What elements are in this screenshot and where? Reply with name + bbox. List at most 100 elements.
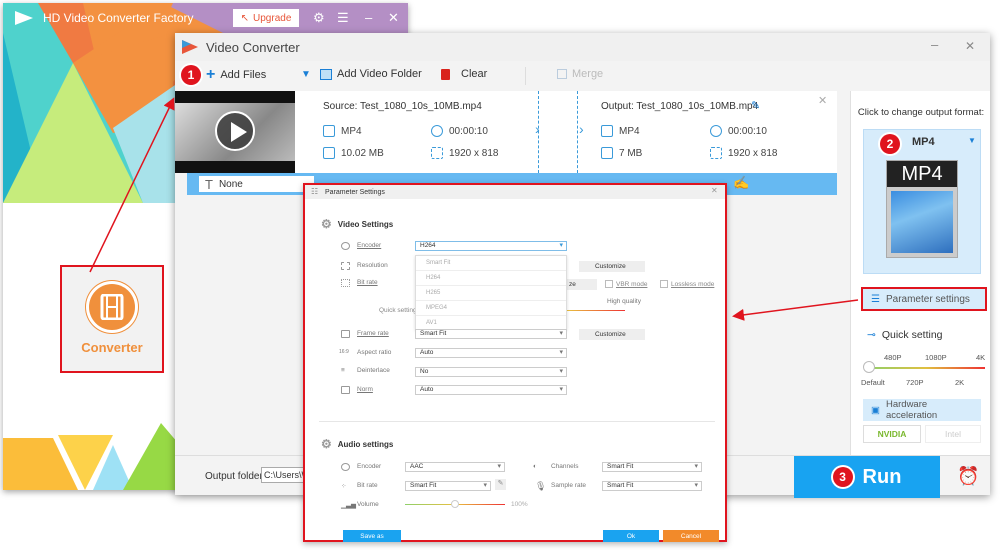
quick-setting-handle[interactable] (863, 361, 875, 373)
frame-rate-customize-button[interactable]: Customize (579, 329, 645, 340)
merge-icon (557, 69, 567, 79)
encoder-icon (341, 242, 350, 250)
bitrate-quality-slider[interactable] (567, 310, 625, 311)
video-thumbnail[interactable] (175, 91, 295, 173)
clear-button[interactable]: Clear (441, 68, 487, 80)
converter-label: Converter (81, 339, 143, 355)
source-resolution: 1920 x 818 (431, 147, 499, 159)
output-folder-input[interactable]: C:\Users\W (261, 467, 310, 483)
audio-bitrate-select[interactable]: Smart Fit (405, 481, 491, 491)
step-badge-2: 2 (880, 134, 900, 154)
file-icon (323, 147, 335, 159)
play-icon[interactable] (215, 111, 255, 151)
dialog-title: Parameter Settings (325, 188, 385, 196)
cancel-button[interactable]: Cancel (663, 530, 719, 542)
tick-label: 720P (906, 378, 924, 387)
encoder-option[interactable]: Smart Fit (416, 256, 566, 271)
resolution-icon (341, 262, 350, 270)
bg-title-bar: HD Video Converter Factory ↖ Upgrade ⚙ ☰ … (3, 3, 408, 33)
frame-rate-select[interactable]: Smart Fit (415, 329, 567, 339)
minimize-icon[interactable]: – (365, 10, 372, 25)
merge-button[interactable]: Merge (557, 68, 603, 80)
source-duration: 00:00:10 (431, 125, 488, 137)
parameter-settings-button[interactable]: ☰ Parameter settings (861, 287, 987, 311)
chevron-down-icon: ▼ (968, 136, 976, 145)
lossless-mode-checkbox[interactable]: Lossless mode (660, 280, 714, 288)
aspect-ratio-icon: 16:9 (339, 349, 349, 355)
output-filename: Output: Test_1080_10s_10MB.mp4 (601, 101, 759, 112)
add-video-folder-label: Add Video Folder (337, 68, 422, 80)
minimize-icon[interactable]: – (931, 37, 938, 52)
resolution-label: Resolution (357, 262, 388, 269)
plus-icon: + (206, 66, 216, 83)
run-button[interactable]: 3 Run (794, 456, 940, 498)
file-icon (601, 147, 613, 159)
settings-icon: ☷ (311, 187, 319, 196)
folder-icon (320, 68, 332, 80)
app-logo-icon (182, 40, 198, 54)
file-item[interactable]: Source: Test_1080_10s_10MB.mp4 MP4 00:00… (175, 91, 837, 173)
upgrade-button[interactable]: ↖ Upgrade (233, 9, 299, 27)
quick-setting-title: ⊸ Quick setting (867, 329, 943, 341)
menu-list-icon[interactable]: ☰ (337, 10, 349, 26)
audio-bitrate-label: Bit rate (357, 482, 378, 489)
output-format-selector[interactable]: 2 MP4 ▼ MP4 (863, 129, 981, 274)
audio-encoder-select[interactable]: AAC (405, 462, 505, 472)
add-video-folder-button[interactable]: Add Video Folder (320, 68, 422, 80)
norm-select[interactable]: Auto (415, 385, 567, 395)
bg-app-title: HD Video Converter Factory (43, 11, 194, 25)
chevron-right-icon: › (535, 121, 540, 137)
close-icon[interactable]: ✕ (711, 186, 718, 195)
intel-button[interactable]: Intel (925, 425, 981, 443)
title-bar: Video Converter – ✕ (175, 33, 990, 61)
aspect-ratio-select[interactable]: Auto (415, 348, 567, 358)
add-files-label: Add Files (220, 69, 267, 81)
volume-handle[interactable] (451, 500, 459, 508)
audio-bitrate-edit-icon[interactable]: ✎ (495, 479, 506, 490)
aspect-ratio-label: Aspect ratio (357, 349, 392, 356)
alarm-clock-icon[interactable]: ⏰ (957, 466, 979, 487)
bitrate-icon (341, 279, 350, 287)
channels-select[interactable]: Smart Fit (602, 462, 702, 472)
settings-gear-icon[interactable]: ⚙ (313, 10, 325, 26)
resolution-customize-button[interactable]: Customize (579, 261, 645, 272)
sample-rate-label: Sample rate (551, 482, 587, 489)
output-duration: 00:00:10 (710, 125, 767, 137)
frame-rate-label: Frame rate (357, 330, 389, 337)
chip-icon: ▣ (871, 404, 880, 416)
encoder-select[interactable]: H264 (415, 241, 567, 251)
merge-label: Merge (572, 68, 604, 80)
volume-value: 100% (511, 501, 528, 508)
channels-label: Channels (551, 463, 579, 470)
watermark-edit-icon[interactable]: ✍ (733, 175, 749, 191)
bitrate-customize-button[interactable]: ze (567, 279, 597, 290)
close-icon[interactable]: ✕ (965, 39, 975, 53)
remove-file-icon[interactable]: ✕ (818, 94, 827, 107)
save-as-button[interactable]: Save as (343, 530, 401, 542)
vbr-mode-checkbox[interactable]: VBR mode (605, 280, 647, 288)
tick-label: 480P (884, 353, 902, 362)
subtitle-select[interactable]: T None (199, 176, 314, 192)
encoder-option[interactable]: H265 (416, 286, 566, 301)
volume-icon: ▁▃▅ (341, 502, 356, 509)
encoder-option[interactable]: H264 (416, 271, 566, 286)
converter-tile[interactable]: Converter (60, 265, 164, 373)
audio-encoder-icon (341, 463, 350, 471)
tick-label: 4K (976, 353, 986, 362)
hardware-acceleration-button[interactable]: ▣ Hardware acceleration (863, 399, 981, 421)
clock-icon (431, 125, 443, 137)
resolution-icon (710, 147, 722, 159)
ok-button[interactable]: Ok (603, 530, 659, 542)
add-files-dropdown-icon[interactable]: ▼ (301, 69, 311, 80)
nvidia-button[interactable]: NVIDIA (863, 425, 921, 443)
deinterlace-select[interactable]: No (415, 367, 567, 377)
close-icon[interactable]: ✕ (388, 10, 399, 26)
add-files-button[interactable]: 1 + Add Files (181, 65, 266, 85)
dialog-title-bar: ☷ Parameter Settings ✕ (305, 185, 725, 199)
toolbar-divider (525, 67, 526, 85)
edit-pencil-icon[interactable]: ✎ (751, 99, 760, 112)
encoder-option[interactable]: MPEG4 (416, 301, 566, 316)
sample-rate-select[interactable]: Smart Fit (602, 481, 702, 491)
quick-setting-slider[interactable] (867, 367, 985, 369)
volume-label: Volume (357, 501, 379, 508)
